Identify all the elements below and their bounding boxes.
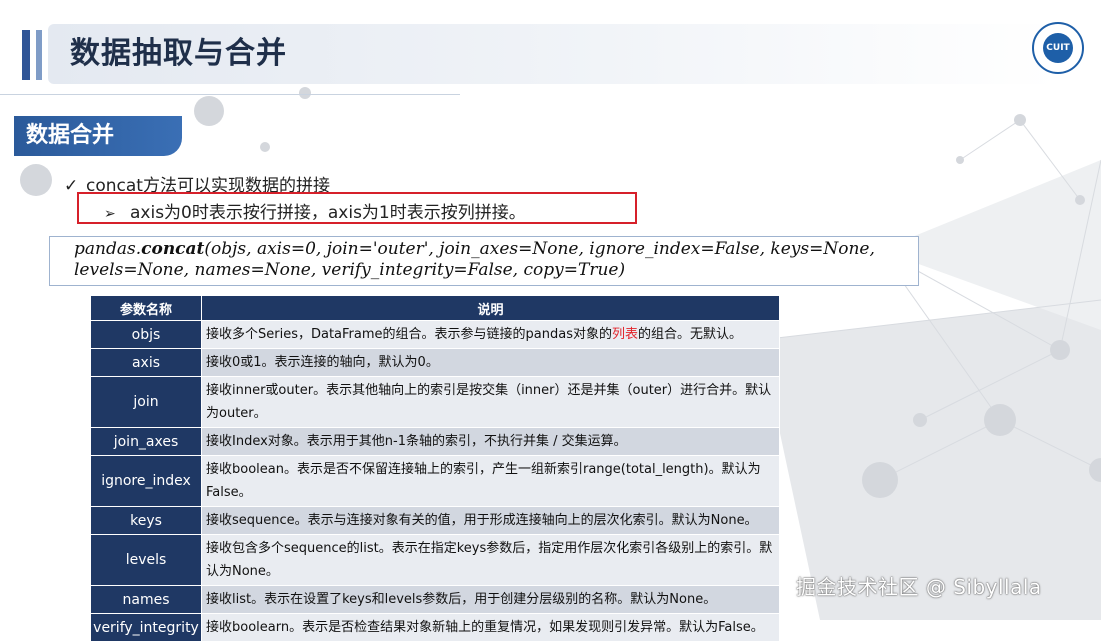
arrow-bullet-icon: ➢: [104, 206, 116, 222]
signature-func-name: concat: [141, 239, 205, 259]
param-description-cell: 接收Index对象。表示用于其他n-1条轴的索引，不执行并集 / 交集运算。: [201, 427, 780, 456]
table-row: keys 接收sequence。表示与连接对象有关的值，用于形成连接轴向上的层次化…: [90, 506, 780, 535]
table-row: verify_integrity 接收boolearn。表示是否检查结果对象新轴上…: [90, 613, 780, 642]
param-name-cell: verify_integrity: [90, 613, 202, 642]
description-text: 接收0或1。表示连接的轴向，默认为0。: [206, 355, 439, 370]
param-description-cell: 接收包含多个sequence的list。表示在指定keys参数后，指定用作层次化…: [201, 534, 780, 586]
signature-args-line2: levels=None, names=None, verify_integrit…: [74, 260, 626, 280]
watermark: 掘金技术社区 @ Sibyllala: [796, 575, 1042, 599]
param-description-cell: 接收sequence。表示与连接对象有关的值，用于形成连接轴向上的层次化索引。默…: [201, 506, 780, 535]
description-text: 接收boolean。表示是否不保留连接轴上的索引，产生一组新索引range(to…: [206, 462, 761, 500]
title-divider: [0, 94, 460, 95]
param-description-cell: 接收0或1。表示连接的轴向，默认为0。: [201, 348, 780, 377]
description-text: 接收Index对象。表示用于其他n-1条轴的索引，不执行并集 / 交集运算。: [206, 434, 627, 449]
param-name-cell: keys: [90, 506, 202, 535]
function-signature: pandas.concat(objs, axis=0, join='outer'…: [74, 239, 914, 281]
param-name-cell: objs: [90, 320, 202, 349]
param-name-cell: ignore_index: [90, 455, 202, 507]
param-description-cell: 接收多个Series，DataFrame的组合。表示参与链接的pandas对象的…: [201, 320, 780, 349]
table-row: axis 接收0或1。表示连接的轴向，默认为0。: [90, 348, 780, 377]
table-row: join_axes 接收Index对象。表示用于其他n-1条轴的索引，不执行并集 …: [90, 427, 780, 456]
description-text: 的组合。无默认。: [638, 327, 743, 342]
param-description-cell: 接收boolean。表示是否不保留连接轴上的索引，产生一组新索引range(to…: [201, 455, 780, 507]
table-row: ignore_index 接收boolean。表示是否不保留连接轴上的索引，产生一…: [90, 455, 780, 507]
param-name-cell: join_axes: [90, 427, 202, 456]
signature-args-line1: (objs, axis=0, join='outer', join_axes=N…: [204, 239, 875, 259]
bullet-level2-text: axis为0时表示按行拼接，axis为1时表示按列拼接。: [130, 203, 526, 223]
bullet-level2: ➢ axis为0时表示按行拼接，axis为1时表示按列拼接。: [104, 198, 526, 223]
description-text: 接收list。表示在设置了keys和levels参数后，用于创建分层级别的名称。…: [206, 592, 717, 607]
param-name-cell: join: [90, 376, 202, 428]
table-body: objs 接收多个Series，DataFrame的组合。表示参与链接的panda…: [90, 320, 780, 642]
description-text: 接收inner或outer。表示其他轴向上的索引是按交集（inner）还是并集（…: [206, 383, 772, 421]
signature-prefix: pandas.: [74, 239, 142, 259]
param-description-cell: 接收inner或outer。表示其他轴向上的索引是按交集（inner）还是并集（…: [201, 376, 780, 428]
table-row: names 接收list。表示在设置了keys和levels参数后，用于创建分层级…: [90, 585, 780, 614]
university-logo: CUIT: [1032, 22, 1084, 74]
section-tag: 数据合并: [14, 116, 182, 156]
param-description-cell: 接收list。表示在设置了keys和levels参数后，用于创建分层级别的名称。…: [201, 585, 780, 614]
description-text: 接收sequence。表示与连接对象有关的值，用于形成连接轴向上的层次化索引。默…: [206, 513, 758, 528]
slide-title: 数据抽取与合并: [70, 36, 287, 71]
param-description-cell: 接收boolearn。表示是否检查结果对象新轴上的重复情况，如果发现则引发异常。…: [201, 613, 780, 642]
param-name-cell: axis: [90, 348, 202, 377]
table-row: objs 接收多个Series，DataFrame的组合。表示参与链接的panda…: [90, 320, 780, 349]
title-accent-strip-light: [36, 30, 42, 80]
header-description: 说明: [201, 295, 780, 321]
table-row: levels 接收包含多个sequence的list。表示在指定keys参数后，指…: [90, 534, 780, 586]
description-text: 接收boolearn。表示是否检查结果对象新轴上的重复情况，如果发现则引发异常。…: [206, 620, 764, 635]
table-header-row: 参数名称 说明: [90, 295, 780, 321]
table-row: join 接收inner或outer。表示其他轴向上的索引是按交集（inner）还…: [90, 376, 780, 428]
description-text: 接收包含多个sequence的list。表示在指定keys参数后，指定用作层次化…: [206, 541, 773, 579]
header-param-name: 参数名称: [90, 295, 202, 321]
logo-text: CUIT: [1043, 33, 1073, 63]
description-text: 接收多个Series，DataFrame的组合。表示参与链接的pandas对象的: [206, 327, 612, 342]
parameter-table: 参数名称 说明 objs 接收多个Series，DataFrame的组合。表示参与…: [90, 295, 780, 642]
param-name-cell: levels: [90, 534, 202, 586]
description-highlight: 列表: [611, 327, 638, 342]
title-accent-strip: [22, 30, 30, 80]
title-bar: 数据抽取与合并: [0, 18, 1101, 92]
param-name-cell: names: [90, 585, 202, 614]
